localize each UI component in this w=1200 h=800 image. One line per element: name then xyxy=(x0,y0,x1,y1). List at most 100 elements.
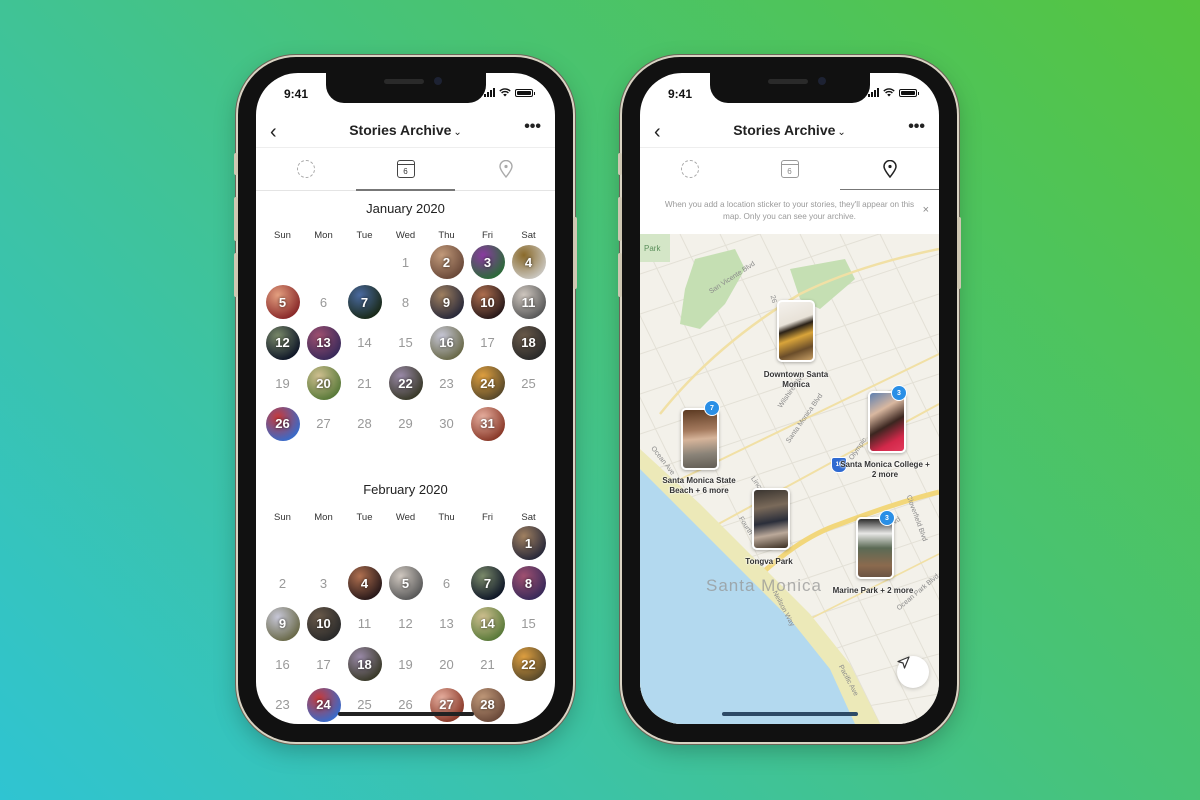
calendar-day-with-story[interactable]: 9 xyxy=(429,285,464,320)
calendar-day[interactable]: 1 xyxy=(389,245,423,279)
calendar-icon-day: 6 xyxy=(403,167,408,176)
calendar-day-with-story[interactable]: 22 xyxy=(511,647,546,682)
calendar-day[interactable]: 25 xyxy=(348,688,382,722)
page-title: Stories Archive xyxy=(349,122,452,138)
calendar-day[interactable]: 14 xyxy=(348,326,382,360)
calendar-day[interactable]: 21 xyxy=(471,647,505,681)
story-count-badge: 3 xyxy=(879,510,895,526)
story-pin-state-beach[interactable] xyxy=(681,408,719,470)
calendar-day[interactable]: 23 xyxy=(430,366,464,400)
calendar-day[interactable]: 27 xyxy=(307,407,341,441)
tab-map[interactable] xyxy=(456,148,555,190)
tab-calendar[interactable]: 6 xyxy=(356,148,455,191)
more-options-button[interactable]: ••• xyxy=(908,118,925,136)
calendar-day-with-story[interactable]: 24 xyxy=(306,687,341,722)
calendar-day[interactable]: 16 xyxy=(266,647,300,681)
calendar-day[interactable]: 6 xyxy=(430,566,464,600)
story-count-badge: 3 xyxy=(891,385,907,401)
home-indicator[interactable] xyxy=(337,712,474,716)
location-pin-icon xyxy=(498,160,513,178)
header: ‹ Stories Archive ⌄ ••• xyxy=(640,117,939,147)
calendar-day-with-story[interactable]: 3 xyxy=(470,245,505,279)
calendar-day[interactable]: 12 xyxy=(389,607,423,641)
calendar-day-with-story[interactable]: 10 xyxy=(470,285,505,320)
story-pin-tongva-park[interactable] xyxy=(752,488,790,550)
calendar-day-with-story[interactable]: 24 xyxy=(470,366,505,401)
story-pin-marine-park[interactable] xyxy=(856,517,894,579)
tab-calendar[interactable]: 6 xyxy=(740,148,839,190)
more-options-button[interactable]: ••• xyxy=(524,118,541,136)
calendar-day-with-story[interactable]: 20 xyxy=(306,366,341,401)
close-notice-button[interactable]: × xyxy=(923,204,929,216)
tab-stories[interactable] xyxy=(640,148,739,190)
calendar-day-with-story[interactable]: 14 xyxy=(470,606,505,641)
calendar-day-with-story[interactable]: 1 xyxy=(511,526,546,560)
archive-switcher[interactable]: Stories Archive ⌄ xyxy=(256,122,555,138)
status-time: 9:41 xyxy=(668,87,693,101)
home-indicator[interactable] xyxy=(721,712,858,716)
status-icons xyxy=(868,88,919,97)
volume-up-button xyxy=(234,197,238,241)
archive-switcher[interactable]: Stories Archive ⌄ xyxy=(640,122,939,138)
calendar-day-with-story[interactable]: 31 xyxy=(470,406,505,441)
calendar-day-with-story[interactable]: 13 xyxy=(306,325,341,360)
calendar-day[interactable]: 28 xyxy=(348,407,382,441)
weekday-header-january: Sun Mon Tue Wed Thu Fri Sat xyxy=(262,230,549,241)
calendar-day-with-story[interactable]: 8 xyxy=(511,566,546,601)
screen: 9:41 ‹ Stories Archive ⌄ ••• 6 January 20… xyxy=(256,73,555,724)
current-location-button[interactable] xyxy=(897,656,929,688)
calendar-day[interactable]: 21 xyxy=(348,366,382,400)
calendar-day-with-story[interactable]: 16 xyxy=(429,325,464,360)
signal-icon xyxy=(868,88,879,97)
calendar-day-with-story[interactable]: 7 xyxy=(470,566,505,601)
calendar-day[interactable]: 2 xyxy=(266,566,300,600)
calendar-day[interactable]: 15 xyxy=(512,607,546,641)
calendar-day[interactable]: 8 xyxy=(389,285,423,319)
calendar-day[interactable]: 19 xyxy=(389,647,423,681)
calendar-day-with-story[interactable]: 7 xyxy=(347,285,382,320)
tab-map[interactable] xyxy=(840,148,939,191)
map[interactable]: Park San Vicente Blvd 26 Wilshire Blvd S… xyxy=(640,234,939,724)
calendar-day-with-story[interactable]: 27 xyxy=(429,687,464,722)
tab-stories[interactable] xyxy=(256,148,355,190)
calendar-day-with-story[interactable]: 5 xyxy=(388,566,423,601)
calendar-day[interactable]: 19 xyxy=(266,366,300,400)
calendar-day[interactable]: 29 xyxy=(389,407,423,441)
weekday-label: Thu xyxy=(438,230,455,241)
calendar-day[interactable]: 17 xyxy=(307,647,341,681)
pin-label: Santa Monica State Beach + 6 more xyxy=(662,476,736,495)
volume-down-button xyxy=(234,253,238,297)
calendar-day-with-story[interactable]: 9 xyxy=(265,606,300,641)
calendar-day-with-story[interactable]: 18 xyxy=(347,647,382,682)
calendar-day[interactable]: 30 xyxy=(430,407,464,441)
calendar-day[interactable]: 17 xyxy=(471,326,505,360)
location-arrow-icon xyxy=(897,656,910,669)
calendar-day[interactable]: 6 xyxy=(307,285,341,319)
story-pin-downtown[interactable] xyxy=(777,300,815,362)
calendar-day[interactable]: 3 xyxy=(307,566,341,600)
weekday-label: Fri xyxy=(481,230,494,241)
weekday-label: Sat xyxy=(521,230,536,241)
calendar-day-with-story[interactable]: 2 xyxy=(429,245,464,279)
weekday-label: Wed xyxy=(395,512,416,523)
calendar-day[interactable]: 13 xyxy=(430,607,464,641)
calendar-day-with-story[interactable]: 5 xyxy=(265,285,300,320)
calendar-day[interactable]: 20 xyxy=(430,647,464,681)
calendar-day-with-story[interactable]: 18 xyxy=(511,325,546,360)
month-title-february: February 2020 xyxy=(363,482,448,497)
story-count-badge: 7 xyxy=(704,400,720,416)
calendar-day-with-story[interactable]: 22 xyxy=(388,366,423,401)
calendar-day[interactable]: 25 xyxy=(512,366,546,400)
calendar-day[interactable]: 26 xyxy=(389,688,423,722)
calendar-day-with-story[interactable]: 28 xyxy=(470,687,505,722)
pin-label: Downtown Santa Monica xyxy=(763,370,829,389)
calendar-day-with-story[interactable]: 12 xyxy=(265,325,300,360)
calendar-day-with-story[interactable]: 4 xyxy=(347,566,382,601)
calendar-day-with-story[interactable]: 4 xyxy=(511,245,546,279)
calendar-day[interactable]: 23 xyxy=(266,688,300,722)
calendar-day[interactable]: 15 xyxy=(389,326,423,360)
calendar-day[interactable]: 11 xyxy=(348,607,382,641)
calendar-day-with-story[interactable]: 26 xyxy=(265,406,300,441)
calendar-day-with-story[interactable]: 10 xyxy=(306,606,341,641)
calendar-day-with-story[interactable]: 11 xyxy=(511,285,546,320)
